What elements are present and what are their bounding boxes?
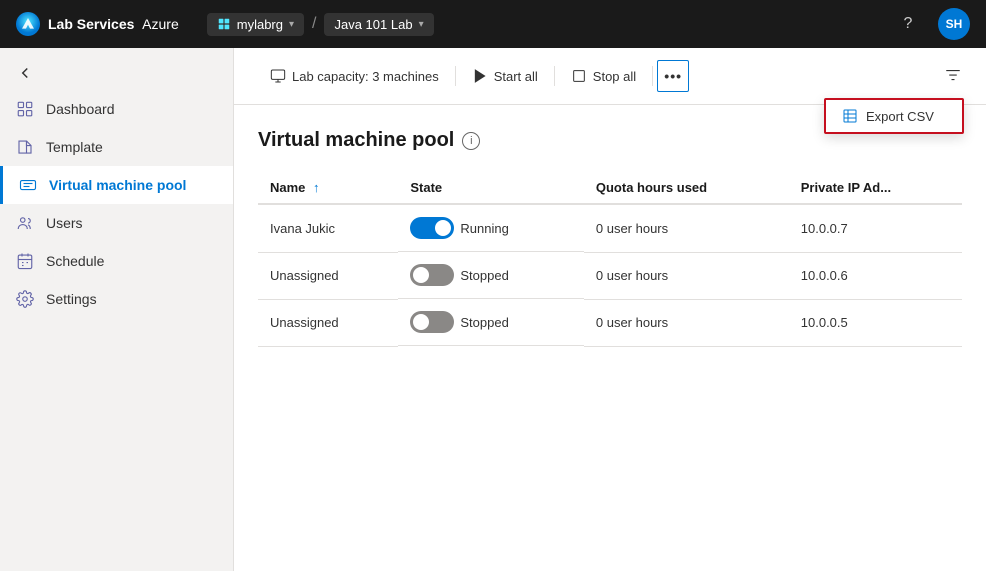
cell-state-2: Stopped xyxy=(398,299,584,346)
table-row: Unassigned Stopped 0 user hours10.0.0.6 xyxy=(258,252,962,299)
vm-toggle-1[interactable] xyxy=(410,264,454,286)
col-state[interactable]: State xyxy=(398,172,584,204)
cell-quota-0: 0 user hours xyxy=(584,204,789,252)
sidebar-item-users[interactable]: Users xyxy=(0,204,233,242)
breadcrumb-lab[interactable]: Java 101 Lab ▾ xyxy=(324,13,433,36)
sidebar-item-settings[interactable]: Settings xyxy=(0,280,233,318)
page-title: Virtual machine pool xyxy=(258,129,454,152)
col-ip[interactable]: Private IP Ad... xyxy=(789,172,962,204)
topbar-right: ? SH xyxy=(894,8,970,40)
breadcrumb-rg[interactable]: mylabrg ▾ xyxy=(207,13,304,36)
start-all-button[interactable]: Start all xyxy=(460,62,550,90)
breadcrumb: mylabrg ▾ / Java 101 Lab ▾ xyxy=(207,13,434,36)
sidebar-item-vm-pool[interactable]: Virtual machine pool xyxy=(0,166,233,204)
users-icon xyxy=(16,214,34,232)
help-button[interactable]: ? xyxy=(894,10,922,38)
cell-ip-1: 10.0.0.6 xyxy=(789,252,962,299)
export-csv-button[interactable]: Export CSV xyxy=(826,100,962,132)
vm-toggle-0[interactable] xyxy=(410,217,454,239)
state-label-0: Running xyxy=(460,221,508,236)
stop-icon xyxy=(571,68,587,84)
sidebar-collapse-button[interactable] xyxy=(0,56,233,90)
sort-arrow-name: ↑ xyxy=(313,180,320,195)
info-icon[interactable]: i xyxy=(462,132,480,150)
sidebar-item-vm-pool-label: Virtual machine pool xyxy=(49,177,186,193)
cell-state-0: Running xyxy=(398,205,584,252)
toolbar-separator-3 xyxy=(652,66,653,86)
more-actions-button[interactable]: ••• xyxy=(657,60,689,92)
breadcrumb-separator: / xyxy=(312,15,316,33)
ellipsis-icon: ••• xyxy=(664,68,682,84)
col-name[interactable]: Name ↑ xyxy=(258,172,398,204)
sidebar: Dashboard Template Virtual machine pool xyxy=(0,48,234,571)
col-quota[interactable]: Quota hours used xyxy=(584,172,789,204)
schedule-icon xyxy=(16,252,34,270)
azure-logo-icon xyxy=(16,12,40,36)
dashboard-icon xyxy=(16,100,34,118)
app-name: Lab Services Azure xyxy=(48,16,179,32)
app-logo: Lab Services Azure xyxy=(16,12,179,36)
template-icon xyxy=(16,138,34,156)
toolbar-separator-1 xyxy=(455,66,456,86)
state-label-1: Stopped xyxy=(460,268,508,283)
vm-pool-icon xyxy=(19,176,37,194)
user-avatar[interactable]: SH xyxy=(938,8,970,40)
filter-icon xyxy=(944,66,962,84)
sidebar-item-dashboard[interactable]: Dashboard xyxy=(0,90,233,128)
cell-state-1: Stopped xyxy=(398,252,584,299)
filter-button[interactable] xyxy=(944,66,962,87)
cell-quota-2: 0 user hours xyxy=(584,299,789,346)
topbar: Lab Services Azure mylabrg ▾ / Java 101 … xyxy=(0,0,986,48)
sidebar-item-schedule-label: Schedule xyxy=(46,253,104,269)
sidebar-item-template[interactable]: Template xyxy=(0,128,233,166)
stop-all-label: Stop all xyxy=(593,69,636,84)
cell-name-1: Unassigned xyxy=(258,252,398,299)
vm-table: Name ↑ State Quota hours used Private IP… xyxy=(258,172,962,347)
page-content: Virtual machine pool i Name ↑ State Quot… xyxy=(234,105,986,571)
monitor-icon xyxy=(270,68,286,84)
main-layout: Dashboard Template Virtual machine pool xyxy=(0,48,986,571)
more-actions-dropdown: Export CSV xyxy=(824,98,964,134)
chevron-down-icon-2: ▾ xyxy=(419,19,424,30)
cell-name-0: Ivana Jukic xyxy=(258,204,398,252)
main-content: Lab capacity: 3 machines Start all Stop … xyxy=(234,48,986,571)
breadcrumb-lab-label: Java 101 Lab xyxy=(334,17,412,32)
start-all-label: Start all xyxy=(494,69,538,84)
toolbar-separator-2 xyxy=(554,66,555,86)
breadcrumb-rg-label: mylabrg xyxy=(237,17,283,32)
cell-ip-0: 10.0.0.7 xyxy=(789,204,962,252)
sidebar-item-dashboard-label: Dashboard xyxy=(46,101,115,117)
state-label-2: Stopped xyxy=(460,315,508,330)
export-csv-label: Export CSV xyxy=(866,109,934,124)
cell-ip-2: 10.0.0.5 xyxy=(789,299,962,346)
stop-all-button[interactable]: Stop all xyxy=(559,62,648,90)
start-icon xyxy=(472,68,488,84)
table-row: Unassigned Stopped 0 user hours10.0.0.5 xyxy=(258,299,962,346)
lab-capacity-button[interactable]: Lab capacity: 3 machines xyxy=(258,62,451,90)
cell-name-2: Unassigned xyxy=(258,299,398,346)
cell-quota-1: 0 user hours xyxy=(584,252,789,299)
vm-toggle-2[interactable] xyxy=(410,311,454,333)
sidebar-item-users-label: Users xyxy=(46,215,83,231)
table-row: Ivana Jukic Running 0 user hours10.0.0.7 xyxy=(258,204,962,252)
sidebar-item-schedule[interactable]: Schedule xyxy=(0,242,233,280)
settings-icon xyxy=(16,290,34,308)
sidebar-item-settings-label: Settings xyxy=(46,291,97,307)
table-icon xyxy=(842,108,858,124)
chevron-down-icon: ▾ xyxy=(289,19,294,30)
sidebar-item-template-label: Template xyxy=(46,139,103,155)
lab-capacity-label: Lab capacity: 3 machines xyxy=(292,69,439,84)
toolbar: Lab capacity: 3 machines Start all Stop … xyxy=(234,48,986,105)
